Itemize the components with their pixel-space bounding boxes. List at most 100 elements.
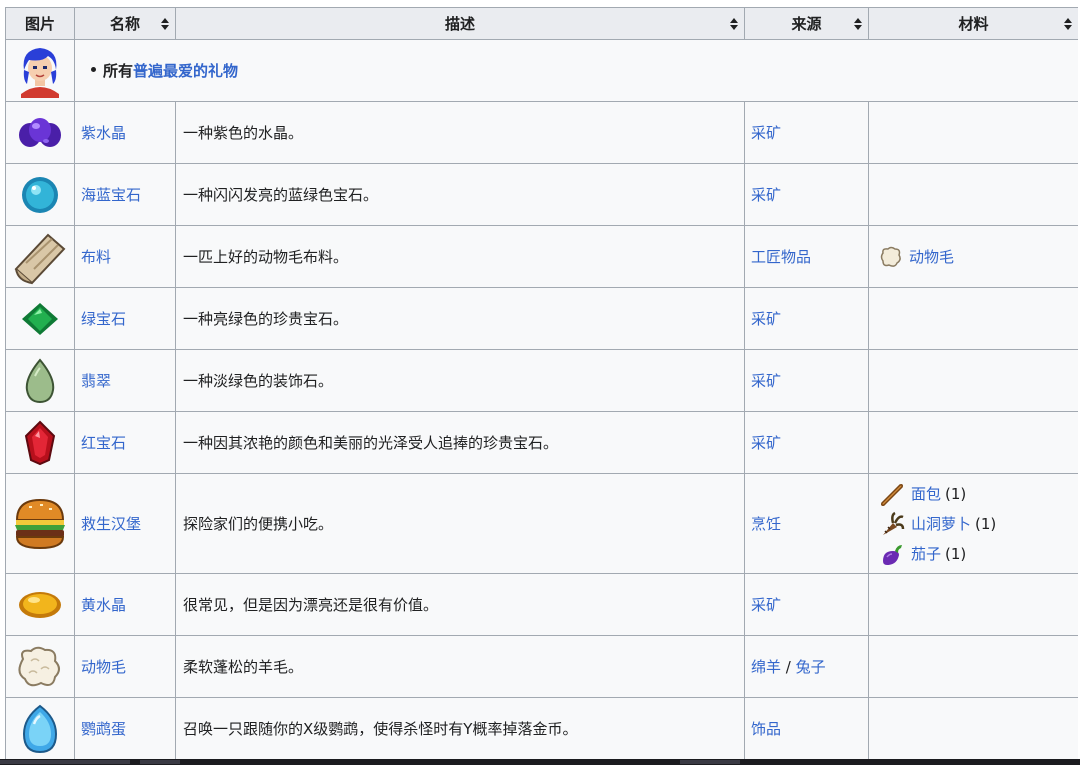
table-row-universal: 所有普遍最爱的礼物 xyxy=(5,39,1078,102)
item-image-cell xyxy=(5,473,75,574)
item-materials-cell xyxy=(868,635,1078,698)
item-source-link[interactable]: 采矿 xyxy=(751,372,781,390)
item-name-link[interactable]: 救生汉堡 xyxy=(81,515,141,533)
table-row: 海蓝宝石 一种闪闪发亮的蓝绿色宝石。 采矿 xyxy=(5,163,1078,226)
table-row: 红宝石 一种因其浓艳的颜色和美丽的光泽受人追捧的珍贵宝石。 采矿 xyxy=(5,411,1078,474)
item-name-link[interactable]: 布料 xyxy=(81,248,111,266)
item-name-cell: 救生汉堡 xyxy=(74,473,176,574)
item-source-cell: 采矿 xyxy=(744,411,869,474)
ruby-icon[interactable] xyxy=(23,420,57,466)
parrot-egg-icon[interactable] xyxy=(20,704,60,754)
item-description: 很常见，但是因为漂亮还是很有价值。 xyxy=(175,573,745,636)
topaz-icon[interactable] xyxy=(17,589,63,621)
item-description: 一种亮绿色的珍贵宝石。 xyxy=(175,287,745,350)
item-source-cell: 采矿 xyxy=(744,287,869,350)
item-name-link[interactable]: 绿宝石 xyxy=(81,310,126,328)
item-name-cell: 翡翠 xyxy=(74,349,176,412)
jade-icon[interactable] xyxy=(23,357,57,404)
item-name-link[interactable]: 鹦鹉蛋 xyxy=(81,720,126,738)
header-name[interactable]: 名称 xyxy=(74,7,176,40)
item-source-cell: 饰品 xyxy=(744,697,869,759)
wool-icon[interactable] xyxy=(15,643,65,691)
item-name-link[interactable]: 紫水晶 xyxy=(81,124,126,142)
source-rabbit-link[interactable]: 兔子 xyxy=(796,658,826,676)
item-image-cell xyxy=(5,287,75,350)
universal-loves-cell: 所有普遍最爱的礼物 xyxy=(74,39,1078,102)
eggplant-icon[interactable] xyxy=(879,541,905,567)
survival-burger-icon[interactable] xyxy=(13,498,67,550)
amethyst-icon[interactable] xyxy=(16,113,64,153)
sort-icon[interactable] xyxy=(1064,17,1072,30)
cloth-icon[interactable] xyxy=(12,229,68,285)
item-materials-cell xyxy=(868,411,1078,474)
material-qty: (1) xyxy=(945,544,967,563)
item-description: 探险家们的便携小吃。 xyxy=(175,473,745,574)
item-description: 一种紫色的水晶。 xyxy=(175,101,745,164)
item-source-cell: 工匠物品 xyxy=(744,225,869,288)
wool-icon[interactable] xyxy=(879,245,903,269)
material-link[interactable]: 茄子 xyxy=(911,543,941,564)
material-qty: (1) xyxy=(945,484,967,503)
material-link[interactable]: 山洞萝卜 xyxy=(911,513,971,534)
item-description: 一匹上好的动物毛布料。 xyxy=(175,225,745,288)
item-name-cell: 布料 xyxy=(74,225,176,288)
item-description: 柔软蓬松的羊毛。 xyxy=(175,635,745,698)
taskbar-strip xyxy=(0,759,1080,765)
material-item: 山洞萝卜 (1) xyxy=(869,509,1078,539)
item-image-cell xyxy=(5,411,75,474)
aquamarine-icon[interactable] xyxy=(18,173,62,217)
item-name-cell: 鹦鹉蛋 xyxy=(74,697,176,759)
emerald-icon[interactable] xyxy=(20,301,60,337)
item-source-cell: 采矿 xyxy=(744,101,869,164)
item-name-link[interactable]: 黄水晶 xyxy=(81,596,126,614)
item-name-cell: 红宝石 xyxy=(74,411,176,474)
item-name-link[interactable]: 红宝石 xyxy=(81,434,126,452)
gift-table: 图片 名称 描述 来源 材料 所有普遍最爱的礼物 紫水晶 一种紫色的水晶。 采矿… xyxy=(5,7,1078,759)
item-source-link[interactable]: 工匠物品 xyxy=(751,248,811,266)
item-source-link[interactable]: 烹饪 xyxy=(751,515,781,533)
material-item: 面包 (1) xyxy=(869,479,1078,509)
item-source-link[interactable]: 采矿 xyxy=(751,124,781,142)
materials-list: 面包 (1) 山洞萝卜 (1) 茄子 (1) xyxy=(869,475,1078,573)
table-row: 救生汉堡 探险家们的便携小吃。 烹饪 面包 (1) 山洞萝卜 (1) 茄子 (1… xyxy=(5,473,1078,574)
table-row: 鹦鹉蛋 召唤一只跟随你的X级鹦鹉，使得杀怪时有Y概率掉落金币。 饰品 xyxy=(5,697,1078,759)
item-source-link[interactable]: 采矿 xyxy=(751,186,781,204)
item-name-cell: 绿宝石 xyxy=(74,287,176,350)
header-source[interactable]: 来源 xyxy=(744,7,869,40)
item-name-link[interactable]: 海蓝宝石 xyxy=(81,186,141,204)
table-row: 绿宝石 一种亮绿色的珍贵宝石。 采矿 xyxy=(5,287,1078,350)
item-name-link[interactable]: 翡翠 xyxy=(81,372,111,390)
item-materials-cell xyxy=(868,349,1078,412)
cave-carrot-icon[interactable] xyxy=(879,511,905,537)
item-source-link[interactable]: 采矿 xyxy=(751,310,781,328)
item-image-cell xyxy=(5,349,75,412)
universal-loves-link[interactable]: 普遍最爱的礼物 xyxy=(133,62,238,80)
item-materials-cell xyxy=(868,101,1078,164)
item-source-link[interactable]: 饰品 xyxy=(751,720,781,738)
item-materials-cell: 动物毛 xyxy=(868,225,1078,288)
item-source-cell: 绵羊 / 兔子 xyxy=(744,635,869,698)
item-source-link[interactable]: 采矿 xyxy=(751,434,781,452)
sort-icon[interactable] xyxy=(854,17,862,30)
sort-icon[interactable] xyxy=(161,17,169,30)
item-name-link[interactable]: 动物毛 xyxy=(81,658,126,676)
item-source-cell: 采矿 xyxy=(744,573,869,636)
taskbar-segment xyxy=(0,760,130,764)
bullet-icon xyxy=(91,67,96,72)
universal-prefix: 所有 xyxy=(103,62,134,80)
gift-table-frame: 图片 名称 描述 来源 材料 所有普遍最爱的礼物 紫水晶 一种紫色的水晶。 采矿… xyxy=(5,7,1078,759)
header-description[interactable]: 描述 xyxy=(175,7,745,40)
item-source-link[interactable]: 采矿 xyxy=(751,596,781,614)
item-name-cell: 紫水晶 xyxy=(74,101,176,164)
bread-icon[interactable] xyxy=(879,481,905,507)
material-link[interactable]: 动物毛 xyxy=(909,246,954,267)
emily-portrait-icon xyxy=(21,47,59,98)
sort-icon[interactable] xyxy=(730,17,738,30)
material-link[interactable]: 面包 xyxy=(911,483,941,504)
header-materials[interactable]: 材料 xyxy=(868,7,1078,40)
item-materials-cell xyxy=(868,697,1078,759)
item-source-cell: 采矿 xyxy=(744,163,869,226)
portrait-cell xyxy=(5,39,75,102)
source-sheep-link[interactable]: 绵羊 xyxy=(751,658,781,676)
material-item: 动物毛 xyxy=(869,242,1078,272)
